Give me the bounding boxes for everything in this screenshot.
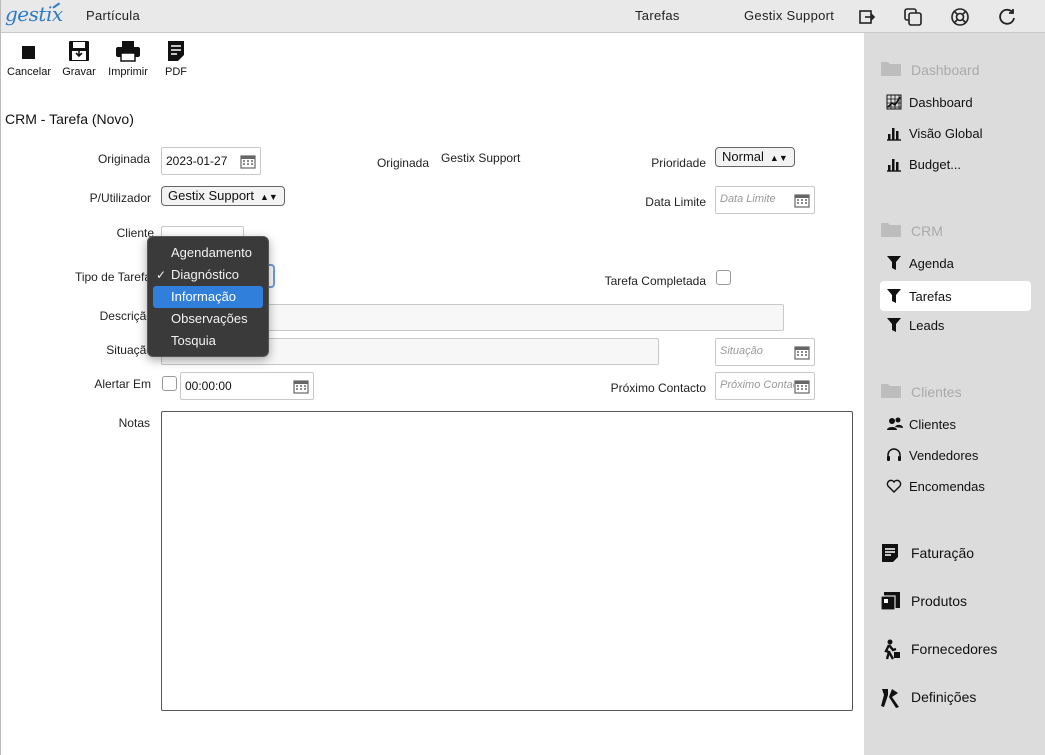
calendar-icon[interactable] xyxy=(293,379,309,394)
prioridade-label: Prioridade xyxy=(651,156,706,170)
alertar-checkbox[interactable] xyxy=(162,376,177,391)
originada-user-label: Originada xyxy=(376,156,429,170)
folder-icon xyxy=(881,223,901,237)
bar-chart-icon xyxy=(887,159,901,172)
sidebar-item-vendedores[interactable]: Vendedores xyxy=(880,440,1031,470)
pdf-label: PDF xyxy=(165,66,187,78)
menu-option-informacao[interactable]: Informação xyxy=(153,286,263,308)
data-limite-field[interactable]: Data Limite xyxy=(715,186,815,214)
top-bar: gestix Partícula Tarefas Gestix Support xyxy=(1,0,1045,33)
right-sidebar: Dashboard Dashboard Visão Global Budget.… xyxy=(864,33,1045,755)
cliente-label: Cliente xyxy=(116,226,154,240)
prioridade-select[interactable]: Normal ▲▼ xyxy=(715,147,795,167)
pdf-button[interactable]: PDF xyxy=(161,40,191,78)
filter-funnel-icon xyxy=(887,318,901,332)
windows-icon[interactable] xyxy=(903,7,923,27)
originada-user-value: Gestix Support xyxy=(441,151,521,165)
logout-icon[interactable] xyxy=(857,7,877,27)
cancel-label: Cancelar xyxy=(7,66,52,78)
sidebar-item-clientes[interactable]: Clientes xyxy=(880,409,1031,439)
calendar-icon[interactable] xyxy=(794,379,810,394)
utilizador-select[interactable]: Gestix Support ▲▼ xyxy=(161,186,285,206)
alertar-label: Alertar Em xyxy=(94,377,151,391)
filter-funnel-icon xyxy=(887,289,901,303)
situacao-date-field[interactable]: Situação xyxy=(715,338,815,366)
cancel-button[interactable]: Cancelar xyxy=(7,40,51,78)
floppy-save-icon xyxy=(69,41,89,61)
data-limite-label: Data Limite xyxy=(645,195,706,209)
sidebar-item-budget[interactable]: Budget... xyxy=(880,149,1031,179)
products-box-icon xyxy=(880,592,900,611)
proximo-contacto-label: Próximo Contacto xyxy=(610,381,706,395)
utilizador-value: Gestix Support xyxy=(168,188,254,203)
refresh-icon[interactable] xyxy=(997,7,1017,27)
stop-icon xyxy=(22,46,35,59)
data-limite-placeholder: Data Limite xyxy=(720,193,776,205)
company-name[interactable]: Partícula xyxy=(86,8,140,23)
originada-date-field[interactable]: 2023-01-27 xyxy=(161,147,261,175)
updown-arrow-icon: ▲▼ xyxy=(769,152,788,163)
folder-icon xyxy=(881,62,901,76)
notas-label: Notas xyxy=(118,416,150,430)
calendar-icon[interactable] xyxy=(794,345,810,360)
bar-chart-icon xyxy=(887,128,901,141)
alertar-time-value: 00:00:00 xyxy=(185,379,232,393)
sidebar-item-leads[interactable]: Leads xyxy=(880,310,1031,340)
save-label: Gravar xyxy=(62,66,96,78)
utilizador-label: P/Utilizador xyxy=(89,191,151,205)
sidebar-item-dashboard[interactable]: Dashboard xyxy=(880,87,1031,117)
descricao-label: Descrição xyxy=(99,309,153,323)
updown-arrow-icon: ▲▼ xyxy=(260,191,278,202)
situacao-placeholder: Situação xyxy=(720,345,763,357)
users-icon xyxy=(887,417,903,430)
sidebar-item-visao-global[interactable]: Visão Global xyxy=(880,118,1031,148)
menu-option-diagnostico[interactable]: ✓ Diagnóstico xyxy=(153,264,263,286)
heart-icon xyxy=(886,479,902,493)
print-label: Imprimir xyxy=(108,66,148,78)
tools-settings-icon xyxy=(881,689,899,708)
save-button[interactable]: Gravar xyxy=(61,40,97,78)
alertar-time-field[interactable]: 00:00:00 xyxy=(180,372,314,400)
prioridade-value: Normal xyxy=(722,149,764,164)
calendar-icon[interactable] xyxy=(240,154,256,169)
tarefa-completada-label: Tarefa Completada xyxy=(604,274,706,288)
sidebar-item-agenda[interactable]: Agenda xyxy=(880,248,1031,278)
checkmark-icon: ✓ xyxy=(156,268,167,282)
notas-textarea[interactable] xyxy=(161,411,853,711)
situacao-label: Situação xyxy=(106,343,153,357)
printer-icon xyxy=(116,41,140,62)
originada-date-value: 2023-01-27 xyxy=(166,154,228,168)
tipo-tarefa-dropdown-menu: Agendamento ✓ Diagnóstico Informação Obse… xyxy=(147,236,269,357)
menu-option-tosquia[interactable]: Tosquia xyxy=(153,330,263,352)
grid-chart-icon xyxy=(886,94,902,110)
help-lifebuoy-icon[interactable] xyxy=(950,7,970,27)
menu-option-observacoes[interactable]: Observações xyxy=(153,308,263,330)
supplier-walking-icon xyxy=(884,639,900,660)
originada-date-label: Originada xyxy=(97,152,150,166)
filter-funnel-icon xyxy=(887,256,901,270)
invoice-icon xyxy=(882,544,898,562)
folder-icon xyxy=(881,384,901,398)
user-name[interactable]: Gestix Support xyxy=(744,8,834,23)
document-pdf-icon xyxy=(168,41,184,61)
app-root: gestix Partícula Tarefas Gestix Support xyxy=(0,0,1045,755)
headset-icon xyxy=(887,448,901,461)
proximo-contacto-field[interactable]: Próximo Contacto xyxy=(715,372,815,400)
print-button[interactable]: Imprimir xyxy=(107,40,149,78)
menu-option-agendamento[interactable]: Agendamento xyxy=(153,242,263,264)
page-title: CRM - Tarefa (Novo) xyxy=(5,111,134,127)
sidebar-item-encomendas[interactable]: Encomendas xyxy=(880,471,1031,501)
calendar-icon[interactable] xyxy=(794,193,810,208)
tipo-tarefa-label: Tipo de Tarefa xyxy=(74,270,151,284)
current-section-title: Tarefas xyxy=(635,8,680,23)
tarefa-completada-checkbox[interactable] xyxy=(716,270,731,285)
sidebar-item-tarefas[interactable]: Tarefas xyxy=(880,281,1031,311)
